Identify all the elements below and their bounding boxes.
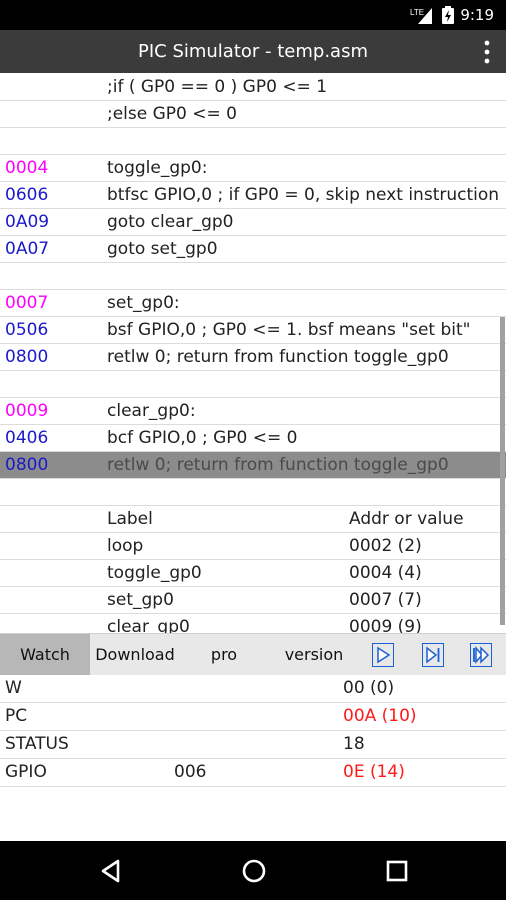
code-text: retlw 0; return from function toggle_gp0 — [107, 347, 449, 367]
code-address: 0800 — [5, 455, 49, 475]
code-address: 0606 — [5, 185, 49, 205]
back-icon[interactable] — [96, 856, 126, 886]
code-listing[interactable]: ;if ( GP0 == 0 ) GP0 <= 1 ;else GP0 <= 0 0… — [0, 73, 506, 633]
svg-text:LTE: LTE — [410, 8, 424, 17]
home-icon[interactable] — [239, 856, 269, 886]
code-address: 0A09 — [5, 212, 50, 232]
tab-pro[interactable]: pro — [196, 634, 252, 676]
code-text: clear_gp0: — [107, 401, 196, 421]
label-table-header: Label Addr or value — [0, 506, 506, 533]
label-name: loop — [107, 536, 144, 556]
register-address: 006 — [174, 762, 207, 782]
watch-row: GPIO 006 0E (14) — [0, 759, 506, 787]
app-bar: PIC Simulator - temp.asm — [0, 30, 506, 73]
code-text: set_gp0: — [107, 293, 180, 313]
tab-bar: Watch Download pro version — [0, 633, 506, 676]
label-row[interactable]: loop 0002 (2) — [0, 533, 506, 560]
code-text: btfsc GPIO,0 ; if GP0 = 0, skip next ins… — [107, 185, 500, 205]
label-value: 0002 (2) — [349, 536, 422, 556]
code-text: bcf GPIO,0 ; GP0 <= 0 — [107, 428, 298, 448]
code-address: 0800 — [5, 347, 49, 367]
register-name: W — [5, 678, 22, 698]
tab-version[interactable]: version — [282, 634, 346, 676]
code-address: 0009 — [5, 401, 49, 421]
code-row[interactable]: 0007 set_gp0: — [0, 290, 506, 317]
code-address: 0A07 — [5, 239, 50, 259]
register-value: 00 (0) — [343, 678, 395, 698]
code-address: 0007 — [5, 293, 49, 313]
tab-download[interactable]: Download — [92, 634, 178, 676]
code-row[interactable]: 0800 retlw 0; return from function toggle… — [0, 344, 506, 371]
recents-icon[interactable] — [382, 856, 412, 886]
code-row[interactable]: 0004 toggle_gp0: — [0, 155, 506, 182]
label-name: clear_gp0 — [107, 617, 190, 633]
watch-row: W 00 (0) — [0, 675, 506, 703]
tab-watch[interactable]: Watch — [0, 634, 90, 676]
code-row[interactable]: 0009 clear_gp0: — [0, 398, 506, 425]
watch-panel: W 00 (0) PC 00A (10) STATUS 18 GPIO 006 … — [0, 675, 506, 841]
code-text: bsf GPIO,0 ; GP0 <= 1. bsf means "set bi… — [107, 320, 471, 340]
code-address: 0406 — [5, 428, 49, 448]
label-column-header: Label — [107, 509, 153, 529]
register-value: 00A (10) — [343, 706, 417, 726]
code-row[interactable]: 0606 btfsc GPIO,0 ; if GP0 = 0, skip next… — [0, 182, 506, 209]
register-value: 0E (14) — [343, 762, 405, 782]
navigation-bar — [0, 841, 506, 900]
label-name: set_gp0 — [107, 590, 174, 610]
code-text: ;if ( GP0 == 0 ) GP0 <= 1 — [107, 77, 328, 97]
network-signal-icon: LTE — [410, 6, 432, 24]
step-icon[interactable] — [422, 643, 444, 667]
code-row[interactable]: 0506 bsf GPIO,0 ; GP0 <= 1. bsf means "se… — [0, 317, 506, 344]
code-row[interactable]: 0406 bcf GPIO,0 ; GP0 <= 0 — [0, 425, 506, 452]
label-row[interactable]: clear_gp0 0009 (9) — [0, 614, 506, 633]
battery-icon — [442, 6, 454, 24]
code-text: ;else GP0 <= 0 — [107, 104, 237, 124]
label-row[interactable]: toggle_gp0 0004 (4) — [0, 560, 506, 587]
clock: 9:19 — [460, 6, 494, 24]
watch-row: PC 00A (10) — [0, 703, 506, 731]
fast-forward-icon[interactable] — [470, 643, 492, 667]
code-row[interactable] — [0, 263, 506, 290]
code-address: 0506 — [5, 320, 49, 340]
app-title: PIC Simulator - temp.asm — [137, 41, 369, 62]
register-name: PC — [5, 706, 28, 726]
label-value: 0004 (4) — [349, 563, 422, 583]
code-row-current[interactable]: 0800 retlw 0; return from function toggle… — [0, 452, 506, 479]
play-icon[interactable] — [372, 643, 394, 667]
register-name: STATUS — [5, 734, 69, 754]
register-name: GPIO — [5, 762, 47, 782]
label-name: toggle_gp0 — [107, 563, 202, 583]
code-text: goto clear_gp0 — [107, 212, 234, 232]
scrollbar-thumb[interactable] — [500, 317, 505, 625]
code-row[interactable]: 0A07 goto set_gp0 — [0, 236, 506, 263]
watch-row: STATUS 18 — [0, 731, 506, 759]
code-text: toggle_gp0: — [107, 158, 208, 178]
code-text: retlw 0; return from function toggle_gp0 — [107, 455, 449, 475]
value-column-header: Addr or value — [349, 509, 464, 529]
code-address: 0004 — [5, 158, 49, 178]
label-value: 0007 (7) — [349, 590, 422, 610]
code-row[interactable] — [0, 479, 506, 506]
code-text: goto set_gp0 — [107, 239, 218, 259]
status-bar: LTE 9:19 — [0, 0, 506, 30]
overflow-menu-icon[interactable] — [482, 38, 492, 66]
code-row[interactable]: ;else GP0 <= 0 — [0, 101, 506, 128]
code-row[interactable]: ;if ( GP0 == 0 ) GP0 <= 1 — [0, 74, 506, 101]
register-value: 18 — [343, 734, 365, 754]
code-row[interactable]: 0A09 goto clear_gp0 — [0, 209, 506, 236]
code-row[interactable] — [0, 371, 506, 398]
label-row[interactable]: set_gp0 0007 (7) — [0, 587, 506, 614]
label-value: 0009 (9) — [349, 617, 422, 633]
code-row[interactable] — [0, 128, 506, 155]
